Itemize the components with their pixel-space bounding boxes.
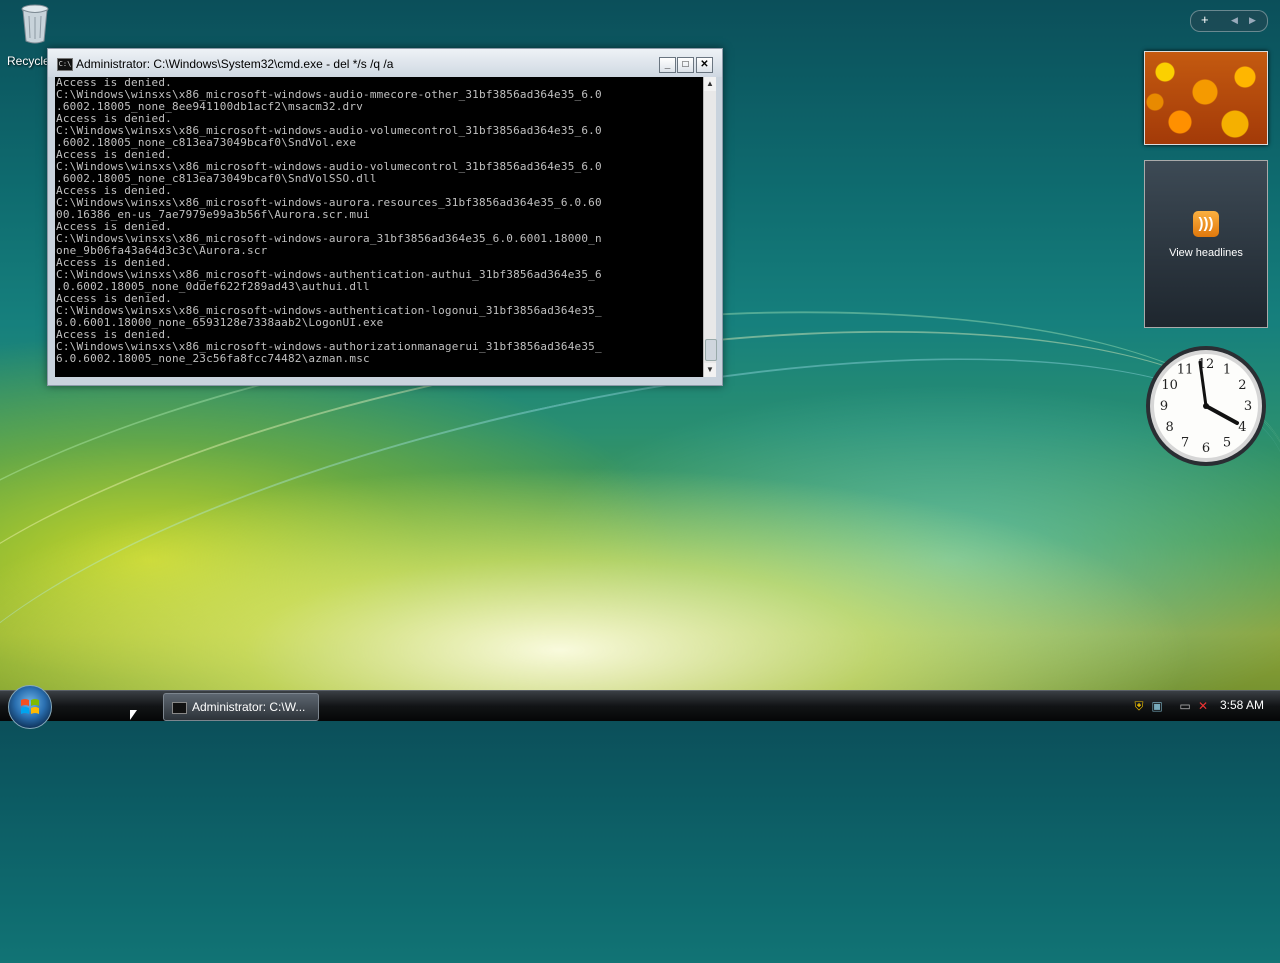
clock-number: 2 — [1238, 378, 1246, 393]
title-bar[interactable]: C:\ Administrator: C:\Windows\System32\c… — [48, 49, 722, 77]
volume-muted-icon[interactable]: ✕ — [1196, 699, 1210, 713]
clock-number: 7 — [1181, 435, 1189, 450]
view-headlines-label: View headlines — [1169, 247, 1243, 259]
vertical-scrollbar[interactable]: ▲ ▼ — [703, 77, 717, 377]
taskbar: Administrator: C:\W... ⛨ ▣ ▭ ✕ 3:58 AM — [0, 685, 1280, 729]
start-button[interactable] — [8, 685, 52, 729]
clock-number: 5 — [1223, 435, 1231, 450]
taskbar-item-cmd[interactable]: Administrator: C:\W... — [163, 693, 319, 721]
cmd-window[interactable]: C:\ Administrator: C:\Windows\System32\c… — [47, 48, 723, 386]
clock-number: 4 — [1238, 420, 1246, 435]
clock-number: 10 — [1161, 378, 1178, 393]
network-icon[interactable]: ▭ — [1178, 699, 1192, 713]
minimize-button[interactable]: _ — [659, 57, 676, 73]
console-line: 6.0.6002.18005_none_23c56fa8fcc74482\azm… — [56, 352, 370, 365]
recycle-bin-icon — [21, 4, 49, 44]
clock-number: 8 — [1165, 420, 1173, 435]
security-shield-icon[interactable]: ⛨ — [1132, 699, 1146, 713]
cmd-icon: C:\ — [57, 58, 73, 71]
recycle-bin-label: Recycle — [7, 54, 50, 68]
taskbar-item-label: Administrator: C:\W... — [192, 700, 306, 714]
next-icon[interactable]: ▶ — [1249, 15, 1256, 26]
scroll-down-arrow-icon[interactable]: ▼ — [704, 363, 716, 377]
close-button[interactable]: ✕ — [696, 57, 713, 73]
mouse-cursor-icon — [130, 710, 137, 720]
window-title: Administrator: C:\Windows\System32\cmd.e… — [76, 57, 394, 71]
scroll-up-arrow-icon[interactable]: ▲ — [704, 77, 716, 91]
clock-number: 1 — [1223, 363, 1231, 378]
feed-headlines-gadget[interactable]: ))) View headlines — [1144, 160, 1268, 328]
previous-icon[interactable]: ◀ — [1231, 15, 1238, 26]
cmd-icon — [172, 702, 187, 714]
add-gadget-button[interactable]: + — [1201, 12, 1209, 27]
windows-logo-icon — [21, 699, 39, 714]
clock-number: 3 — [1244, 399, 1252, 414]
slideshow-gadget[interactable] — [1144, 51, 1268, 145]
clock-number: 9 — [1160, 399, 1168, 414]
maximize-button[interactable]: □ — [677, 57, 694, 73]
console-text: Access is denied. C:\Windows\winsxs\x86_m… — [55, 77, 703, 365]
clock-time[interactable]: 3:58 AM — [1220, 698, 1264, 712]
clock-number: 6 — [1202, 441, 1210, 456]
console-output[interactable]: Access is denied. C:\Windows\winsxs\x86_m… — [55, 77, 703, 377]
updates-icon[interactable]: ▣ — [1150, 699, 1164, 713]
sidebar-controls: + ◀ ▶ — [1190, 10, 1268, 32]
clock-number: 11 — [1177, 363, 1194, 378]
scroll-thumb[interactable] — [705, 339, 717, 361]
clock-gadget[interactable]: 12 1234567891011 — [1144, 344, 1268, 468]
rss-icon: ))) — [1193, 211, 1219, 237]
